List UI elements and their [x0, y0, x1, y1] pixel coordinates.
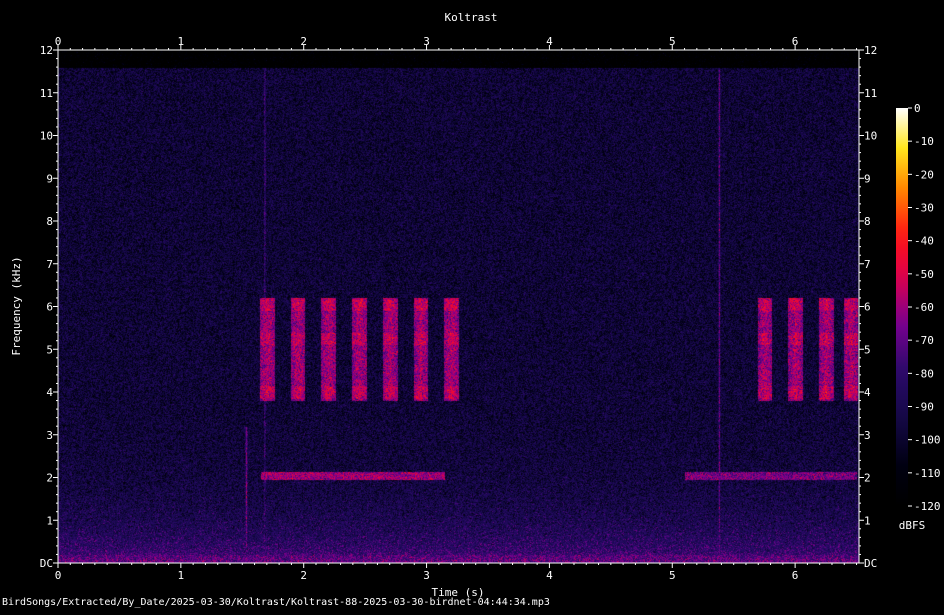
colorbar-tick-label: -30 [914, 202, 934, 215]
y-tick-label-left: 8 [46, 215, 53, 228]
y-tick-label-right: 9 [864, 172, 871, 185]
y-tick-label-left: 5 [46, 343, 53, 356]
y-tick-label-left: DC [40, 557, 53, 570]
y-tick-label-right: 12 [864, 44, 877, 57]
y-axis-label: Frequency (kHz) [10, 256, 23, 355]
y-tick-label-left: 1 [46, 514, 53, 527]
x-tick-label-bottom: 3 [423, 569, 430, 582]
colorbar-tick-label: -100 [914, 434, 941, 447]
x-tick-label-bottom: 1 [178, 569, 185, 582]
colorbar-tick-label: -120 [914, 500, 941, 513]
y-tick-label-right: 11 [864, 87, 877, 100]
x-tick-label-bottom: 5 [669, 569, 676, 582]
plot-area [57, 49, 860, 564]
y-tick-label-right: 3 [864, 429, 871, 442]
y-tick-label-right: 2 [864, 472, 871, 485]
y-tick-label-right: 7 [864, 258, 871, 271]
y-tick-label-left: 7 [46, 258, 53, 271]
colorbar-tick-label: -40 [914, 235, 934, 248]
y-tick-label-right: 10 [864, 130, 877, 143]
colorbar-tick-label: -50 [914, 268, 934, 281]
spectrogram-figure: Koltrast 0 0 1 1 2 2 3 3 4 4 5 5 6 6 DC DC 1 1 2 2 3 3 4 4 5 5 6 6 7… [0, 0, 944, 611]
y-tick-label-right: 6 [864, 301, 871, 314]
y-tick-label-right: DC [864, 557, 877, 570]
colorbar-tick-label: -110 [914, 467, 941, 480]
x-tick-label-bottom: 2 [300, 569, 307, 582]
y-tick-label-left: 10 [40, 130, 53, 143]
colorbar-tick-label: -90 [914, 401, 934, 414]
y-tick-label-left: 3 [46, 429, 53, 442]
x-tick-label-top: 1 [178, 35, 185, 48]
colorbar-tick-label: -80 [914, 367, 934, 380]
x-tick-label-bottom: 6 [792, 569, 799, 582]
spectrogram-image [58, 50, 859, 563]
x-tick-label-top: 4 [546, 35, 553, 48]
chart-title: Koltrast [445, 11, 498, 24]
colorbar-tick-label: -10 [914, 135, 934, 148]
y-tick-label-left: 9 [46, 172, 53, 185]
y-tick-label-left: 12 [40, 44, 53, 57]
y-tick-label-right: 1 [864, 514, 871, 527]
spectrogram-svg: Koltrast 00112233445566DC DC1 12 23 34 45 56 67… [0, 0, 944, 611]
file-path-footer: BirdSongs/Extracted/By_Date/2025-03-30/K… [2, 597, 550, 608]
x-tick-label-bottom: 0 [55, 569, 62, 582]
x-tick-label-top: 2 [300, 35, 307, 48]
colorbar-label: dBFS [899, 519, 926, 532]
x-tick-label-bottom: 4 [546, 569, 553, 582]
colorbar-gradient [896, 108, 908, 506]
colorbar-tick-label: 0 [914, 102, 921, 115]
x-tick-label-top: 3 [423, 35, 430, 48]
y-tick-label-left: 4 [46, 386, 53, 399]
y-tick-label-left: 11 [40, 87, 53, 100]
y-tick-label-left: 2 [46, 472, 53, 485]
x-tick-label-top: 0 [55, 35, 62, 48]
y-tick-label-right: 4 [864, 386, 871, 399]
y-tick-label-left: 6 [46, 301, 53, 314]
y-tick-label-right: 5 [864, 343, 871, 356]
x-tick-label-top: 6 [792, 35, 799, 48]
y-tick-label-right: 8 [864, 215, 871, 228]
colorbar-tick-label: -20 [914, 168, 934, 181]
colorbar-tick-label: -60 [914, 301, 934, 314]
x-tick-label-top: 5 [669, 35, 676, 48]
colorbar-tick-label: -70 [914, 334, 934, 347]
